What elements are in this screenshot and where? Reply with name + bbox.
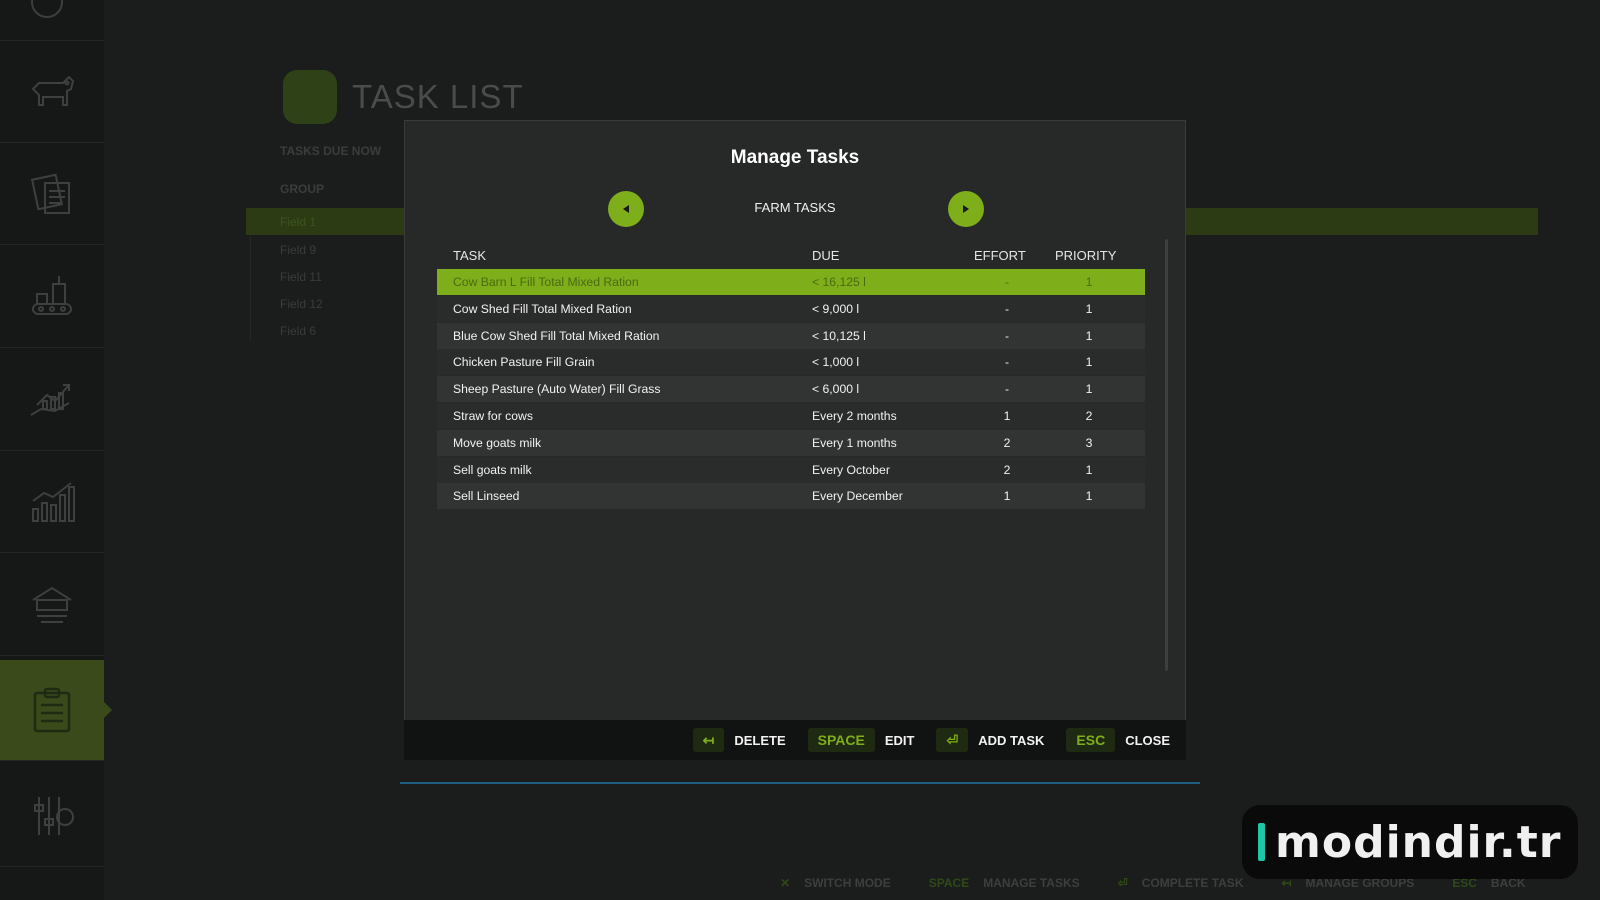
table-row[interactable]: Blue Cow Shed Fill Total Mixed Ration < 1… — [437, 322, 1145, 349]
table-row[interactable]: Sheep Pasture (Auto Water) Fill Grass < 6… — [437, 376, 1145, 403]
esc-key: ESC — [1066, 728, 1116, 752]
table-row[interactable]: Straw for cows Every 2 months 1 2 — [437, 402, 1145, 429]
table-row[interactable]: Sell goats milk Every October 2 1 — [437, 456, 1145, 483]
cell-due: < 10,125 l — [812, 328, 866, 343]
enter-icon: ⏎ — [1117, 876, 1128, 890]
enter-icon: ⏎ — [936, 728, 969, 752]
column-task: TASK — [453, 248, 486, 263]
arrow-right-icon — [963, 205, 969, 213]
table-header: TASK DUE EFFORT PRIORITY — [437, 245, 1145, 269]
prev-group-button[interactable] — [608, 191, 644, 227]
backspace-icon: ↤ — [692, 728, 725, 752]
divider — [250, 236, 251, 341]
table-row[interactable]: Move goats milk Every 1 months 2 3 — [437, 429, 1145, 456]
watermark-text: modindir.tr — [1275, 816, 1562, 868]
space-key-hint: SPACE — [928, 876, 970, 890]
cell-priority: 1 — [1085, 275, 1093, 289]
cell-priority: 1 — [1085, 301, 1093, 316]
edit-button[interactable]: EDIT — [885, 733, 915, 748]
bg-field-item[interactable]: Field 12 — [280, 297, 323, 311]
cell-priority: 1 — [1085, 462, 1093, 477]
bg-field-item[interactable]: Field 9 — [280, 243, 316, 257]
table-row[interactable]: Chicken Pasture Fill Grain < 1,000 l - 1 — [437, 349, 1145, 376]
cell-task: Sell Linseed — [453, 489, 520, 504]
cell-due: < 6,000 l — [812, 382, 860, 397]
cell-task: Cow Barn L Fill Total Mixed Ration — [453, 275, 639, 289]
next-group-button[interactable] — [948, 191, 984, 227]
group-header: GROUP — [280, 182, 325, 196]
manage-tasks-dialog: Manage Tasks FARM TASKS TASK DUE EFFORT … — [404, 120, 1186, 760]
table-row[interactable]: Sell Linseed Every December 1 1 — [437, 483, 1145, 510]
cell-effort: 1 — [1003, 408, 1011, 423]
cell-effort: - — [1004, 355, 1010, 370]
close-button[interactable]: CLOSE — [1125, 733, 1170, 748]
cell-task: Sell goats milk — [453, 462, 532, 477]
bg-selected-label: Field 1 — [280, 215, 317, 229]
delete-button[interactable]: DELETE — [734, 733, 785, 748]
task-list-logo-icon — [283, 70, 337, 124]
column-due: DUE — [812, 248, 840, 263]
cell-due: Every October — [812, 462, 890, 477]
cell-effort: 1 — [1003, 489, 1011, 504]
bg-field-item[interactable]: Field 6 — [280, 324, 316, 338]
task-rows: Cow Barn L Fill Total Mixed Ration < 16,1… — [437, 269, 1145, 510]
cell-task: Straw for cows — [453, 408, 533, 423]
cell-task: Chicken Pasture Fill Grain — [453, 355, 595, 370]
scrollbar[interactable] — [1165, 239, 1168, 671]
column-priority: PRIORITY — [1055, 248, 1117, 263]
cell-priority: 1 — [1085, 328, 1093, 343]
cell-task: Blue Cow Shed Fill Total Mixed Ration — [453, 328, 660, 343]
cell-task: Cow Shed Fill Total Mixed Ration — [453, 301, 632, 316]
cell-due: Every 2 months — [812, 408, 897, 423]
cell-priority: 3 — [1085, 435, 1093, 450]
switch-icon: ✕ — [780, 876, 791, 890]
cell-effort: 2 — [1003, 435, 1011, 450]
dialog-footer: ↤ DELETE SPACE EDIT ⏎ ADD TASK ESC CLOSE — [404, 720, 1186, 760]
add-task-button[interactable]: ADD TASK — [978, 733, 1044, 748]
table-row[interactable]: Cow Barn L Fill Total Mixed Ration < 16,1… — [437, 269, 1145, 295]
dialog-title: Manage Tasks — [730, 147, 860, 168]
arrow-left-icon — [623, 205, 629, 213]
divider — [400, 782, 1200, 784]
cell-effort: - — [1004, 328, 1010, 343]
cell-due: Every 1 months — [812, 435, 897, 450]
watermark-logo: modindir.tr — [1242, 805, 1578, 879]
cell-due: < 9,000 l — [812, 301, 860, 316]
complete-task-hint[interactable]: COMPLETE TASK — [1142, 876, 1244, 890]
tasks-due-now-label: TASKS DUE NOW — [280, 144, 382, 158]
bg-field-item[interactable]: Field 11 — [280, 270, 322, 284]
cell-due: < 1,000 l — [812, 355, 860, 370]
cell-priority: 1 — [1085, 355, 1093, 370]
cell-priority: 1 — [1085, 489, 1093, 504]
switch-mode-hint[interactable]: SWITCH MODE — [804, 876, 891, 890]
table-row[interactable]: Cow Shed Fill Total Mixed Ration < 9,000 … — [437, 295, 1145, 322]
cell-task: Move goats milk — [453, 435, 542, 450]
cell-effort: - — [1004, 275, 1010, 289]
cell-priority: 1 — [1085, 382, 1093, 397]
cell-priority: 2 — [1085, 408, 1093, 423]
watermark-bar-icon — [1258, 823, 1265, 861]
cell-effort: - — [1004, 301, 1010, 316]
cell-due: < 16,125 l — [812, 275, 866, 289]
space-key: SPACE — [807, 728, 875, 752]
cell-effort: - — [1004, 382, 1010, 397]
page-title: TASK LIST — [352, 78, 524, 115]
column-effort: EFFORT — [974, 248, 1026, 263]
cell-effort: 2 — [1003, 462, 1011, 477]
task-table: TASK DUE EFFORT PRIORITY Cow Barn L Fill… — [437, 245, 1145, 510]
group-name: FARM TASKS — [754, 200, 836, 215]
cell-due: Every December — [812, 489, 903, 504]
cell-task: Sheep Pasture (Auto Water) Fill Grass — [453, 382, 661, 397]
manage-tasks-hint[interactable]: MANAGE TASKS — [983, 876, 1079, 890]
